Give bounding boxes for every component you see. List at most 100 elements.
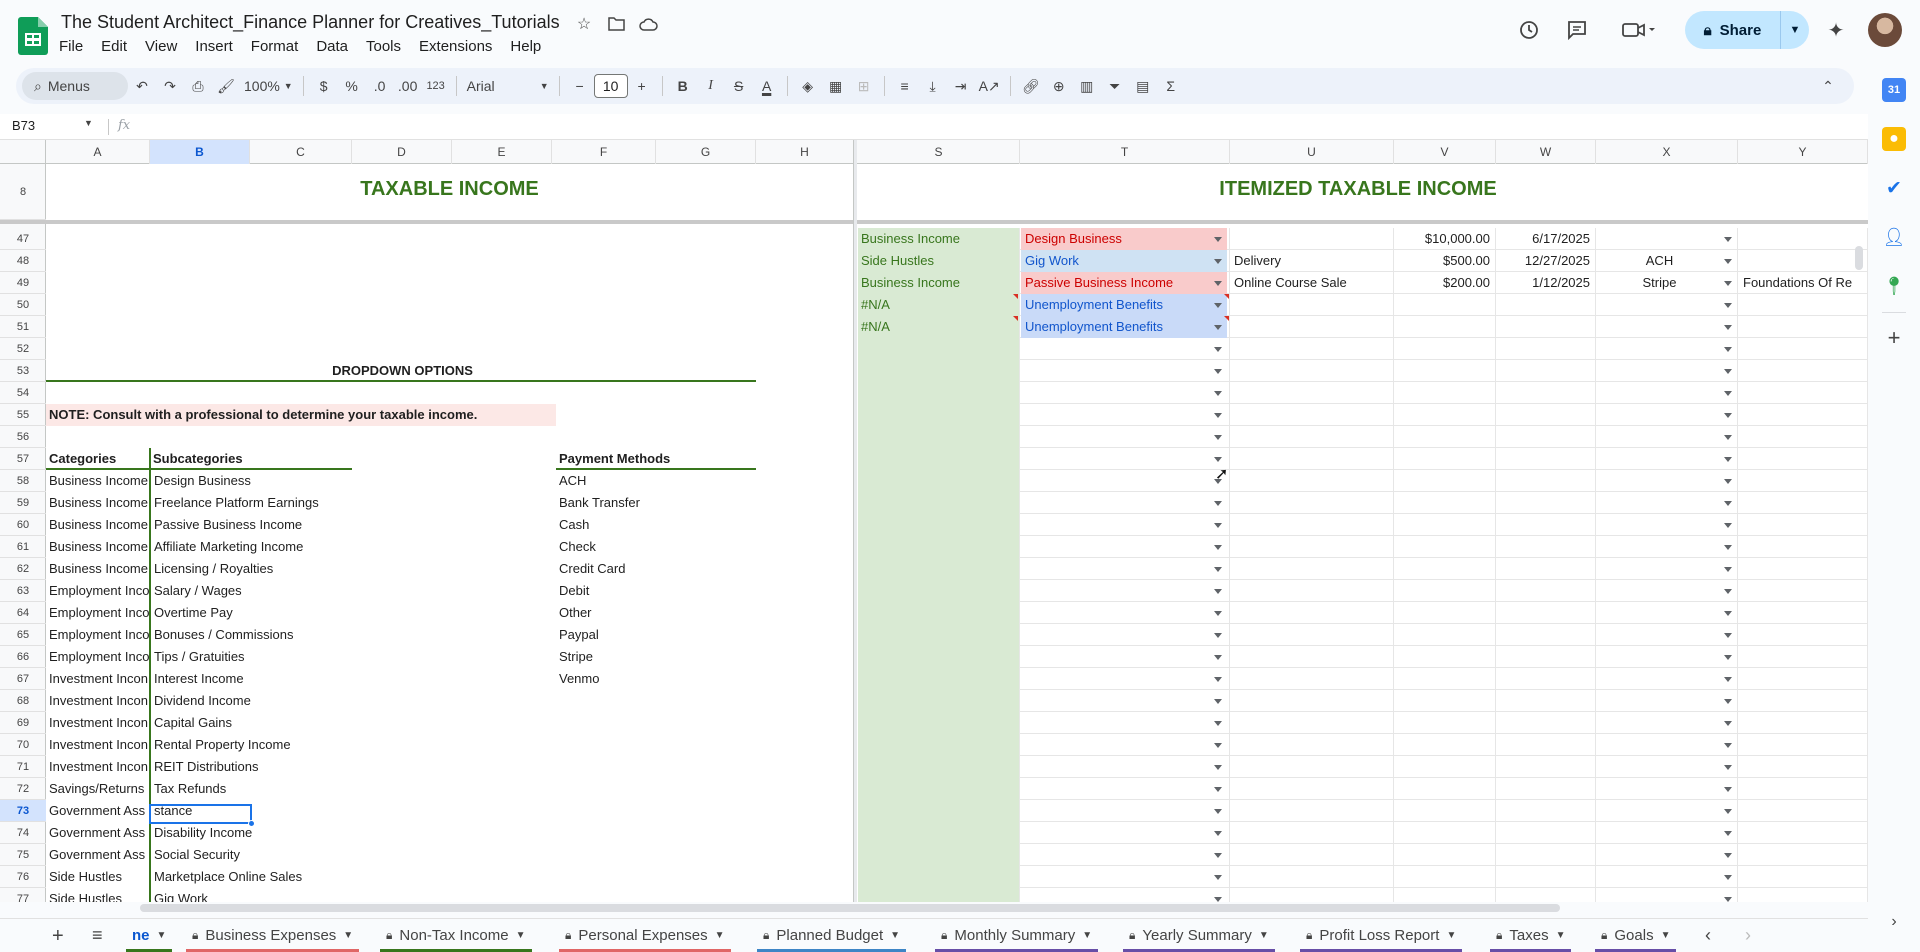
row-header-70[interactable]: 70	[0, 734, 46, 756]
dropdown-arrow-icon[interactable]	[1214, 677, 1222, 682]
sheet-tab-taxes[interactable]: 🔒︎ Taxes ▼	[1490, 919, 1572, 952]
dropdown-arrow-icon[interactable]	[1214, 743, 1222, 748]
dropdown-arrow-icon[interactable]	[1724, 633, 1732, 638]
itemized-extra[interactable]	[1740, 294, 1868, 316]
subcategory-option[interactable]: Salary / Wages	[151, 580, 351, 602]
sheet-tab-yearly-summary[interactable]: 🔒︎ Yearly Summary ▼	[1123, 919, 1275, 952]
dropdown-arrow-icon[interactable]	[1724, 787, 1732, 792]
add-on-plus-icon[interactable]: +	[1882, 325, 1906, 350]
dropdown-arrow-icon[interactable]	[1214, 369, 1222, 374]
chevron-down-icon[interactable]: ▼	[1556, 930, 1566, 941]
row-header-47[interactable]: 47	[0, 228, 46, 250]
dropdown-arrow-icon[interactable]	[1724, 655, 1732, 660]
dropdown-arrow-icon[interactable]	[1214, 237, 1222, 242]
menu-insert[interactable]: Insert	[186, 36, 242, 57]
share-main-button[interactable]: 🔒︎ Share	[1685, 11, 1781, 49]
dropdown-arrow-icon[interactable]	[1214, 611, 1222, 616]
category-option[interactable]: Business Income	[46, 470, 149, 492]
row-header-71[interactable]: 71	[0, 756, 46, 778]
chevron-down-icon[interactable]: ▼	[1259, 930, 1269, 941]
italic-icon[interactable]: I	[697, 72, 725, 100]
dropdown-arrow-icon[interactable]	[1214, 391, 1222, 396]
itemized-date[interactable]	[1496, 316, 1594, 338]
category-option[interactable]: Business Income	[46, 492, 149, 514]
itemized-subcategory-chip[interactable]: Gig Work	[1021, 250, 1227, 272]
category-option[interactable]: Government Ass	[46, 822, 149, 844]
subcategory-option[interactable]: Licensing / Royalties	[151, 558, 351, 580]
itemized-payment-method[interactable]: Stripe	[1596, 272, 1720, 294]
chevron-down-icon[interactable]: ▼	[516, 930, 526, 941]
subcategory-option[interactable]: Rental Property Income	[151, 734, 351, 756]
itemized-description[interactable]	[1230, 316, 1394, 338]
category-option[interactable]: Government Ass	[46, 800, 149, 822]
fill-color-icon[interactable]: ◈	[794, 72, 822, 100]
dropdown-arrow-icon[interactable]	[1214, 347, 1222, 352]
column-header-d[interactable]: D	[352, 140, 452, 164]
dropdown-arrow-icon[interactable]	[1214, 325, 1222, 330]
undo-icon[interactable]: ↶	[128, 72, 156, 100]
dropdown-arrow-icon[interactable]	[1724, 479, 1732, 484]
column-header-e[interactable]: E	[452, 140, 552, 164]
itemized-subcategory-chip[interactable]: Unemployment Benefits	[1021, 294, 1227, 316]
itemized-category[interactable]: Business Income	[858, 272, 1019, 294]
payment-method-option[interactable]: Other	[556, 602, 756, 624]
dropdown-arrow-icon[interactable]	[1724, 765, 1732, 770]
name-box[interactable]: B73 ▼	[12, 118, 96, 138]
insert-link-icon[interactable]: 🔗︎	[1017, 72, 1045, 100]
sheet-tab-ne[interactable]: ne ▼	[126, 919, 173, 952]
share-dropdown-chevron-icon[interactable]: ▼	[1781, 24, 1809, 36]
chevron-down-icon[interactable]: ▼	[343, 930, 353, 941]
vertical-scrollbar[interactable]	[1855, 246, 1863, 270]
dropdown-arrow-icon[interactable]	[1724, 677, 1732, 682]
row-header-55[interactable]: 55	[0, 404, 46, 426]
column-header-v[interactable]: V	[1394, 140, 1496, 164]
itemized-category[interactable]: Side Hustles	[858, 250, 1019, 272]
chevron-down-icon[interactable]: ▼	[715, 930, 725, 941]
text-color-icon[interactable]: A	[753, 72, 781, 100]
frozen-rows-divider[interactable]	[0, 220, 1868, 224]
payment-method-option[interactable]: Credit Card	[556, 558, 756, 580]
subcategory-option[interactable]: Bonuses / Commissions	[151, 624, 351, 646]
sheet-tab-non-tax-income[interactable]: 🔒︎ Non-Tax Income ▼	[380, 919, 532, 952]
subcategory-option[interactable]: Interest Income	[151, 668, 351, 690]
column-header-b[interactable]: B	[150, 140, 250, 164]
column-header-y[interactable]: Y	[1738, 140, 1868, 164]
dropdown-arrow-icon[interactable]	[1724, 325, 1732, 330]
add-sheet-icon[interactable]: +	[52, 925, 64, 948]
dropdown-arrow-icon[interactable]	[1724, 237, 1732, 242]
itemized-description[interactable]	[1230, 294, 1394, 316]
subcategory-option[interactable]: Affiliate Marketing Income	[151, 536, 351, 558]
payment-method-option[interactable]: Debit	[556, 580, 756, 602]
calendar-icon[interactable]: 31	[1882, 78, 1906, 102]
dropdown-arrow-icon[interactable]	[1724, 369, 1732, 374]
column-header-u[interactable]: U	[1230, 140, 1394, 164]
bold-icon[interactable]: B	[669, 72, 697, 100]
dropdown-arrow-icon[interactable]	[1214, 721, 1222, 726]
dropdown-arrow-icon[interactable]	[1214, 655, 1222, 660]
dropdown-arrow-icon[interactable]	[1724, 853, 1732, 858]
category-option[interactable]: Employment Inco	[46, 646, 149, 668]
scroll-tabs-right-icon[interactable]: ›	[1745, 925, 1751, 946]
itemized-description[interactable]: Online Course Sale	[1230, 272, 1394, 294]
itemized-date[interactable]: 1/12/2025	[1496, 272, 1594, 294]
payment-method-option[interactable]: Stripe	[556, 646, 756, 668]
subcategory-option[interactable]: Capital Gains	[151, 712, 351, 734]
row-header-75[interactable]: 75	[0, 844, 46, 866]
category-option[interactable]: Employment Inco	[46, 602, 149, 624]
itemized-amount[interactable]: $500.00	[1394, 250, 1494, 272]
category-option[interactable]: Investment Incon	[46, 756, 149, 778]
category-option[interactable]: Investment Incon	[46, 690, 149, 712]
text-rotation-icon[interactable]: A↗	[975, 72, 1004, 100]
row-header-61[interactable]: 61	[0, 536, 46, 558]
keep-icon[interactable]: ●	[1882, 127, 1906, 151]
dropdown-arrow-icon[interactable]	[1214, 787, 1222, 792]
sheet-tab-business-expenses[interactable]: 🔒︎ Business Expenses ▼	[186, 919, 360, 952]
column-header-a[interactable]: A	[46, 140, 150, 164]
decrease-decimal-button[interactable]: .0	[366, 72, 394, 100]
column-header-t[interactable]: T	[1020, 140, 1230, 164]
dropdown-arrow-icon[interactable]	[1724, 875, 1732, 880]
itemized-date[interactable]: 6/17/2025	[1496, 228, 1594, 250]
itemized-subcategory-chip[interactable]: Design Business	[1021, 228, 1227, 250]
row-header-54[interactable]: 54	[0, 382, 46, 404]
category-option[interactable]: Savings/Returns	[46, 778, 149, 800]
